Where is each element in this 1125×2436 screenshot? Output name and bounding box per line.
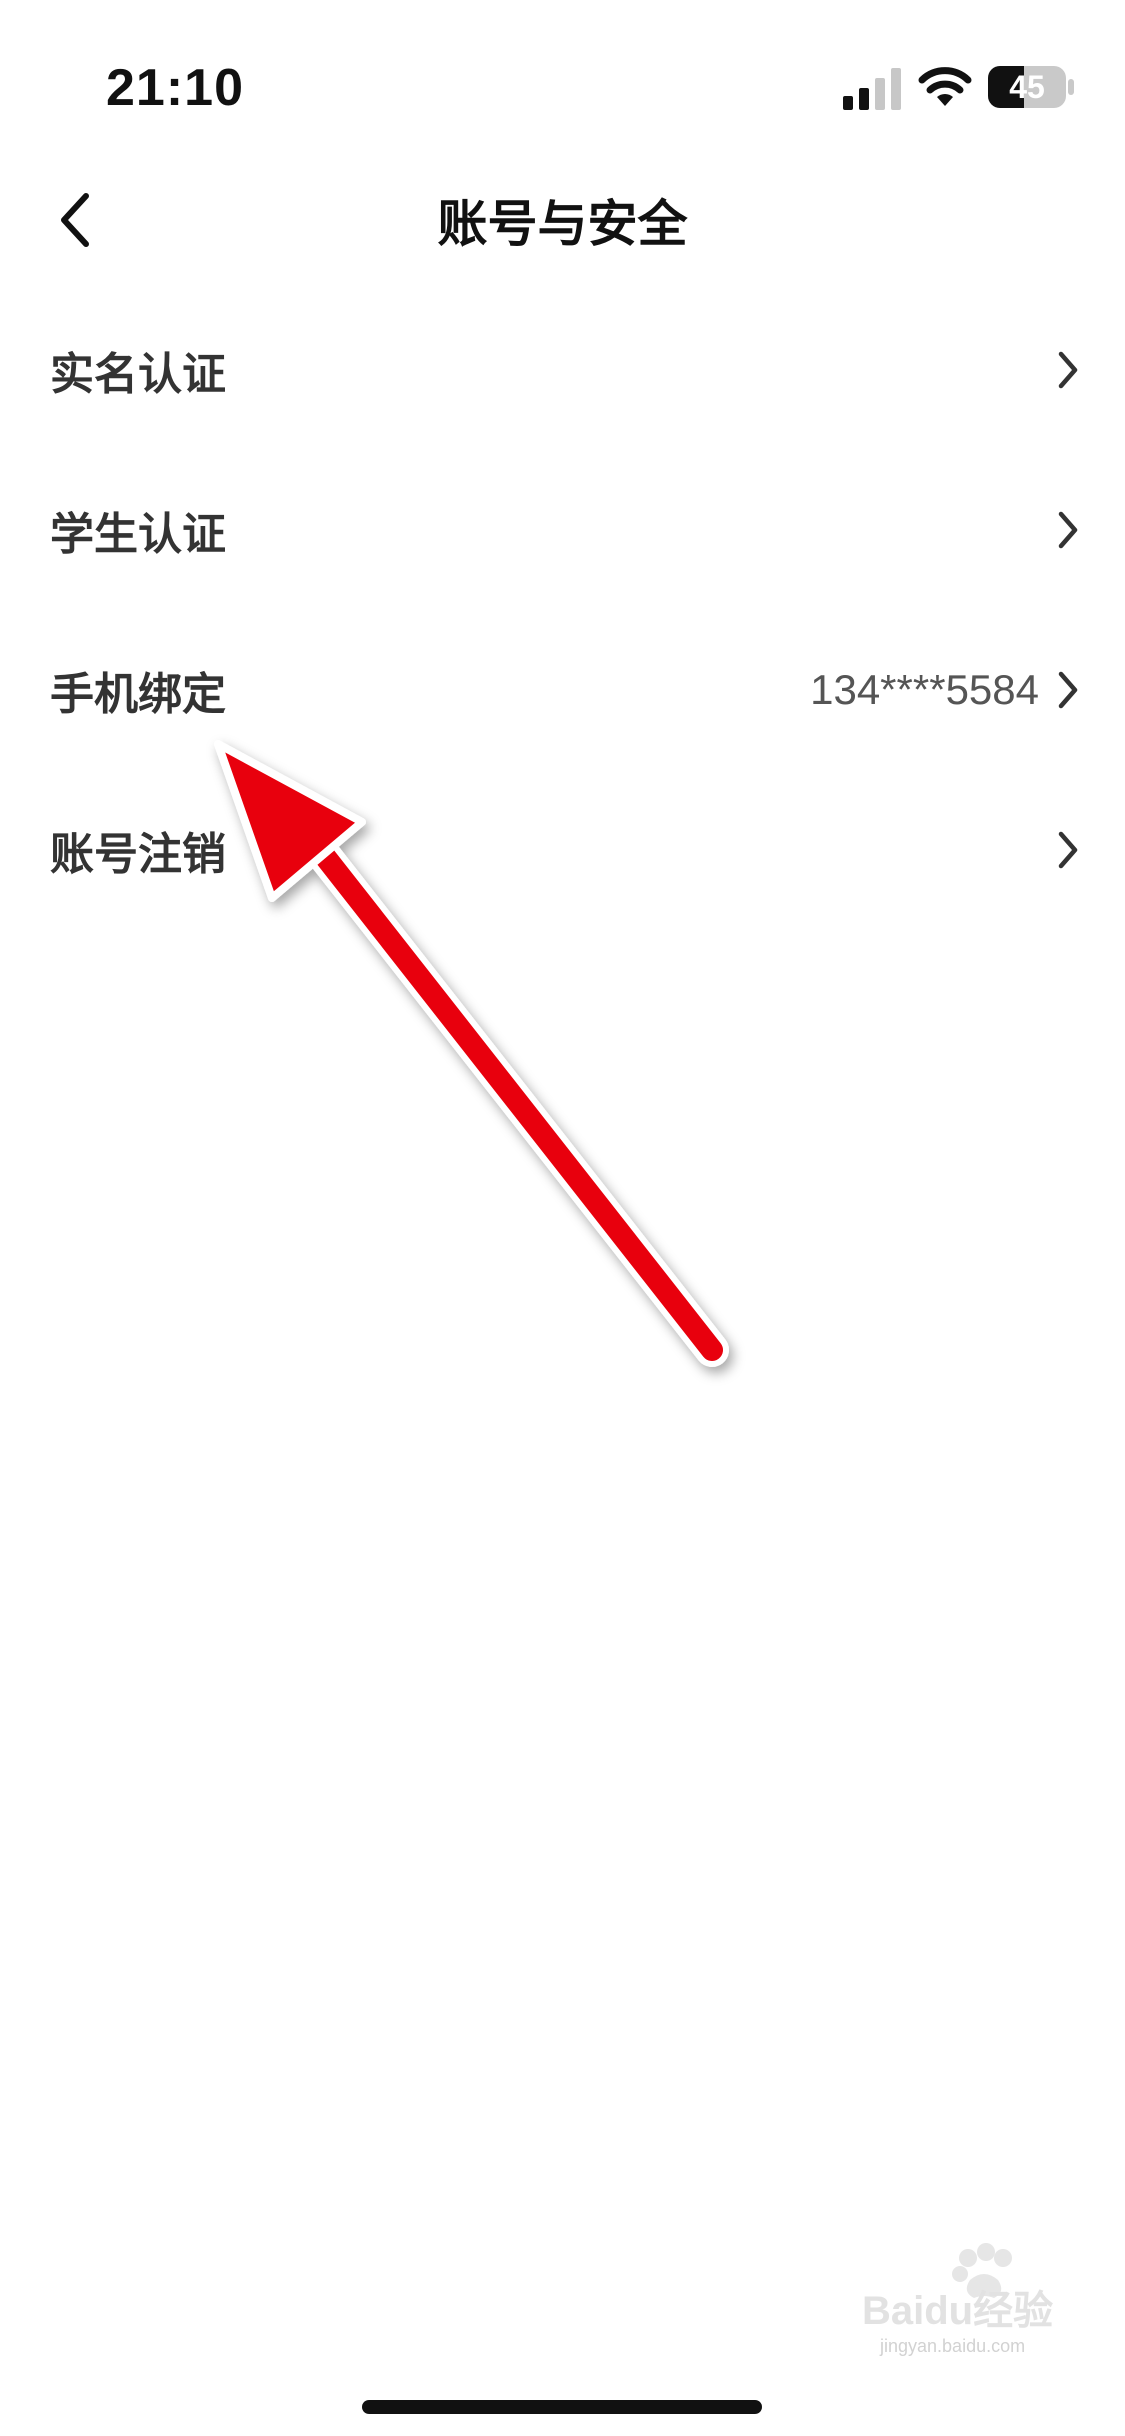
menu-item-phone-binding[interactable]: 手机绑定 134****5584 bbox=[0, 610, 1125, 770]
wifi-icon bbox=[918, 67, 972, 106]
watermark-url: jingyan.baidu.com bbox=[880, 2336, 1026, 2356]
chevron-right-icon bbox=[1058, 831, 1078, 869]
menu-item-label: 手机绑定 bbox=[50, 669, 226, 720]
battery-level: 45 bbox=[1009, 69, 1045, 105]
navigation-bar: 账号与安全 bbox=[0, 160, 1125, 276]
menu-item-label: 学生认证 bbox=[50, 509, 226, 560]
svg-text:Baidu经验: Baidu经验 bbox=[862, 2289, 1053, 2333]
menu-item-student-verification[interactable]: 学生认证 bbox=[0, 450, 1125, 610]
status-bar: 21:10 45 bbox=[0, 0, 1125, 160]
bound-phone-number: 134****5584 bbox=[810, 666, 1039, 713]
chevron-right-icon bbox=[1058, 351, 1078, 389]
baidu-watermark-logo: Baidu经验 bbox=[862, 2243, 1053, 2333]
menu-item-account-deletion[interactable]: 账号注销 bbox=[0, 770, 1125, 930]
home-indicator[interactable] bbox=[362, 2400, 762, 2414]
signal-icon bbox=[843, 68, 901, 110]
menu-item-real-name-verification[interactable]: 实名认证 bbox=[0, 290, 1125, 450]
settings-list: 实名认证 学生认证 手机绑定 134****5584 账号注销 bbox=[0, 290, 1125, 930]
chevron-right-icon bbox=[1058, 671, 1078, 709]
status-time: 21:10 bbox=[106, 59, 244, 117]
menu-item-label: 账号注销 bbox=[50, 829, 226, 880]
page-title: 账号与安全 bbox=[437, 195, 688, 253]
chevron-right-icon bbox=[1058, 511, 1078, 549]
account-security-screen: 21:10 45 账号与安全 实名认证 学生认证 手机绑定 134****558… bbox=[0, 0, 1125, 2436]
menu-item-label: 实名认证 bbox=[50, 349, 226, 400]
